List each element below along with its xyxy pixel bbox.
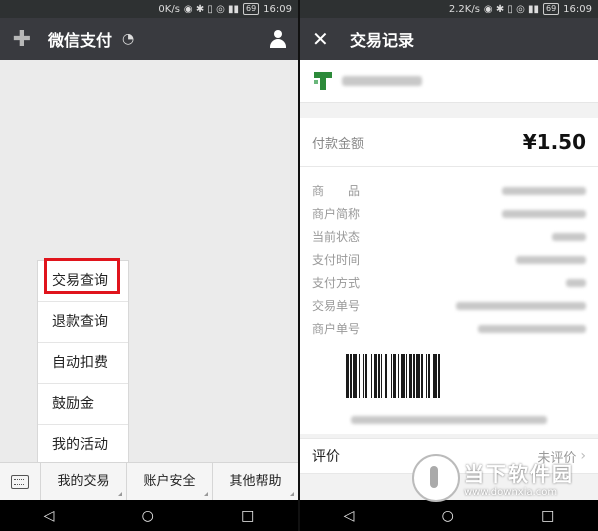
android-nav-bar: ◁ ○ □ bbox=[0, 500, 298, 531]
network-speed: 0K/s bbox=[158, 3, 180, 15]
bottom-menu-bar: 我的交易 账户安全 其他帮助 bbox=[0, 462, 298, 501]
detail-row-pay-time: 支付时间 bbox=[312, 248, 586, 271]
detail-row-transaction-id: 交易单号 bbox=[312, 294, 586, 317]
signal-icons: ◉ ✱ ▯ ◎ ▮▮ bbox=[183, 3, 239, 15]
merchant-logo-icon bbox=[314, 72, 332, 90]
bottom-menu-label: 账户安全 bbox=[143, 474, 196, 489]
status-bar: 0K/s ◉ ✱ ▯ ◎ ▮▮ 69 16:09 bbox=[0, 0, 298, 18]
blurred-value bbox=[566, 278, 586, 287]
barcode-number-blurred bbox=[351, 416, 547, 424]
menu-item-refund-query[interactable]: 退款查询 bbox=[38, 302, 128, 343]
detail-label: 商 品 bbox=[312, 184, 361, 198]
battery-icon: 69 bbox=[542, 3, 560, 15]
app-bar: ✚ 微信支付 ◔ bbox=[0, 18, 298, 60]
watermark-logo-icon bbox=[412, 454, 460, 502]
keyboard-icon bbox=[11, 475, 29, 489]
transaction-popup-menu: 交易查询 退款查询 自动扣费 鼓励金 我的活动 bbox=[37, 258, 129, 466]
detail-label: 交易单号 bbox=[312, 299, 361, 313]
blurred-value bbox=[502, 209, 586, 218]
screenshot-pair: 0K/s ◉ ✱ ▯ ◎ ▮▮ 69 16:09 ✚ 微信支付 ◔ 交易查询 退… bbox=[0, 0, 598, 531]
detail-label: 支付时间 bbox=[312, 253, 361, 267]
corner-triangle-icon bbox=[118, 492, 122, 496]
barcode-bar bbox=[440, 354, 441, 398]
back-icon[interactable]: ◁ bbox=[44, 508, 55, 524]
clock: 16:09 bbox=[263, 3, 292, 15]
menu-item-reward[interactable]: 鼓励金 bbox=[38, 384, 128, 425]
merchant-name-blurred bbox=[342, 76, 422, 86]
detail-label: 当前状态 bbox=[312, 230, 361, 244]
network-speed: 2.2K/s bbox=[448, 3, 480, 15]
corner-triangle-icon bbox=[204, 492, 208, 496]
detail-label: 商户简称 bbox=[312, 207, 361, 221]
android-nav-bar: ◁ ○ □ bbox=[300, 500, 598, 531]
watermark-title: 当下软件园 bbox=[464, 462, 574, 486]
blurred-value bbox=[502, 186, 586, 195]
menu-item-auto-deduct[interactable]: 自动扣费 bbox=[38, 343, 128, 384]
detail-row-product: 商 品 bbox=[312, 179, 586, 202]
recents-icon[interactable]: □ bbox=[241, 508, 254, 524]
blurred-value bbox=[478, 324, 586, 333]
clock: 16:09 bbox=[563, 3, 592, 15]
menu-item-my-activity[interactable]: 我的活动 bbox=[38, 425, 128, 465]
detail-row-merchant: 商户简称 bbox=[312, 202, 586, 225]
detail-label: 支付方式 bbox=[312, 276, 361, 290]
page-title: 交易记录 bbox=[350, 31, 415, 50]
page-title: 微信支付 bbox=[48, 31, 113, 50]
status-bar: 2.2K/s ◉ ✱ ▯ ◎ ▮▮ 69 16:09 bbox=[300, 0, 598, 18]
detail-label: 商户单号 bbox=[312, 322, 361, 336]
close-icon[interactable]: ✕ bbox=[312, 27, 332, 51]
amount-label: 付款金额 bbox=[312, 136, 365, 152]
wechat-pay-screen: 0K/s ◉ ✱ ▯ ◎ ▮▮ 69 16:09 ✚ 微信支付 ◔ 交易查询 退… bbox=[0, 0, 298, 531]
site-watermark: 当下软件园 www.downxia.com bbox=[412, 454, 574, 502]
bottom-menu-label: 我的交易 bbox=[57, 474, 110, 489]
detail-row-pay-method: 支付方式 bbox=[312, 271, 586, 294]
recents-icon[interactable]: □ bbox=[541, 508, 554, 524]
blurred-value bbox=[516, 255, 586, 264]
bottom-menu-account-security[interactable]: 账户安全 bbox=[127, 463, 213, 501]
detail-row-status: 当前状态 bbox=[312, 225, 586, 248]
profile-icon[interactable] bbox=[268, 29, 288, 49]
app-bar: ✕ 交易记录 bbox=[300, 18, 598, 60]
transaction-detail-panel: 付款金额 ¥1.50 商 品 商户简称 当前状态 支付时间 支付方式 交易单号 … bbox=[300, 118, 598, 434]
watermark-url: www.downxia.com bbox=[464, 487, 558, 498]
bottom-menu-label: 其他帮助 bbox=[229, 474, 282, 489]
home-icon[interactable]: ○ bbox=[442, 508, 454, 524]
ear-icon[interactable]: ◔ bbox=[122, 31, 134, 47]
blurred-value bbox=[456, 301, 586, 310]
corner-triangle-icon bbox=[290, 492, 294, 496]
barcode-image bbox=[346, 354, 552, 414]
transaction-record-screen: 2.2K/s ◉ ✱ ▯ ◎ ▮▮ 69 16:09 ✕ 交易记录 付款金额 ¥… bbox=[300, 0, 598, 531]
merchant-header bbox=[300, 60, 598, 103]
battery-icon: 69 bbox=[242, 3, 260, 15]
signal-icons: ◉ ✱ ▯ ◎ ▮▮ bbox=[483, 3, 539, 15]
home-icon[interactable]: ○ bbox=[142, 508, 154, 524]
highlight-box bbox=[44, 258, 120, 294]
amount-value: ¥1.50 bbox=[522, 130, 586, 154]
keyboard-toggle[interactable] bbox=[0, 463, 41, 501]
bottom-menu-other-help[interactable]: 其他帮助 bbox=[213, 463, 298, 501]
back-icon[interactable]: ◁ bbox=[344, 508, 355, 524]
rating-label: 评价 bbox=[312, 449, 340, 465]
chevron-right-icon: › bbox=[580, 448, 586, 464]
plus-icon[interactable]: ✚ bbox=[8, 27, 36, 52]
bottom-menu-my-transactions[interactable]: 我的交易 bbox=[41, 463, 127, 501]
detail-list: 商 品 商户简称 当前状态 支付时间 支付方式 交易单号 商户单号 bbox=[300, 167, 598, 340]
payment-amount-row: 付款金额 ¥1.50 bbox=[300, 118, 598, 167]
detail-row-merchant-order: 商户单号 bbox=[312, 317, 586, 340]
blurred-value bbox=[552, 232, 586, 241]
